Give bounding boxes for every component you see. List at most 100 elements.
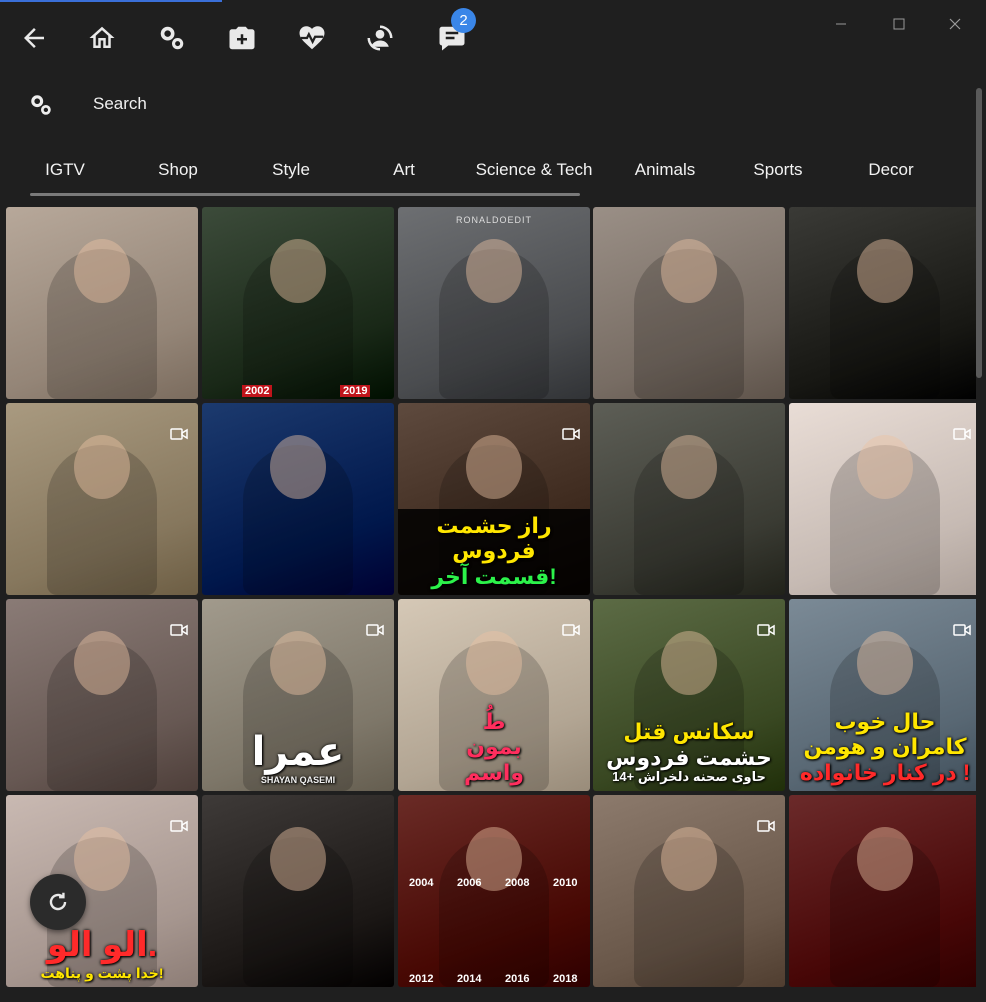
thumbnail-head xyxy=(74,435,130,499)
thumbnail-head xyxy=(270,827,326,891)
post-thumbnail[interactable]: عمرا SHAYAN QASEMI xyxy=(202,599,394,791)
video-camera-icon xyxy=(757,819,775,832)
caption-line: راز حشمت فردوس xyxy=(436,513,552,564)
caption-line: کامران و هومن xyxy=(803,734,967,760)
activity-heart-icon[interactable] xyxy=(292,18,332,58)
top-toolbar: 2 xyxy=(0,2,986,68)
thumbnail-head xyxy=(857,239,913,303)
minimize-button[interactable] xyxy=(818,10,864,38)
thumbnail-caption: الو الو. خدا پشت و پناهت! xyxy=(6,922,198,987)
caption-line: حال خوب xyxy=(834,709,936,735)
thumbnail-caption: سکانس قتل حشمت فردوس حاوی صحنه دلخراش +14 xyxy=(593,715,785,791)
tab-science-tech[interactable]: Science & Tech xyxy=(476,160,593,180)
year-label: 2019 xyxy=(340,385,371,397)
post-thumbnail[interactable]: طُ بمون واسم xyxy=(398,599,590,791)
explore-grid: 2002 2019 RONALDOEDIT راز حشمت فردوس قسمت آخ… xyxy=(6,207,976,1002)
caption-line: قسمت آخر! xyxy=(431,563,557,589)
tab-igtv[interactable]: IGTV xyxy=(45,160,85,180)
thumbnail-caption: طُ بمون واسم xyxy=(398,705,590,791)
post-thumbnail[interactable] xyxy=(6,403,198,595)
tab-scroll-indicator xyxy=(30,193,580,196)
post-thumbnail[interactable]: راز حشمت فردوس قسمت آخر! xyxy=(398,403,590,595)
year-label: 2014 xyxy=(457,973,482,985)
thumbnail-head xyxy=(466,631,522,695)
thumbnail-head xyxy=(270,631,326,695)
maximize-button[interactable] xyxy=(876,10,922,38)
search-bar[interactable]: Search xyxy=(0,72,976,136)
caption-line: طُ xyxy=(482,709,506,735)
tab-art[interactable]: Art xyxy=(393,160,415,180)
caption-line: خدا پشت و پناهت! xyxy=(40,964,164,981)
thumbnail-head xyxy=(661,239,717,303)
year-label: 2010 xyxy=(553,877,578,889)
post-thumbnail[interactable] xyxy=(789,403,976,595)
post-thumbnail[interactable] xyxy=(593,403,785,595)
tab-sports[interactable]: Sports xyxy=(753,160,802,180)
explore-icon[interactable] xyxy=(152,18,192,58)
post-thumbnail[interactable]: 2004 2006 2008 2010 2012 2014 2016 2018 xyxy=(398,795,590,987)
thumbnail-head xyxy=(466,435,522,499)
tab-animals[interactable]: Animals xyxy=(635,160,695,180)
post-thumbnail[interactable] xyxy=(202,795,394,987)
post-thumbnail[interactable] xyxy=(789,795,976,987)
year-label: 2008 xyxy=(505,877,530,889)
post-thumbnail[interactable] xyxy=(6,599,198,791)
thumbnail-caption: راز حشمت فردوس قسمت آخر! xyxy=(398,509,590,595)
caption-line: واسم xyxy=(463,759,525,785)
tab-style[interactable]: Style xyxy=(272,160,310,180)
refresh-icon xyxy=(49,892,67,911)
caption-line: حاوی صحنه دلخراش +14 xyxy=(612,769,766,785)
caption-line: الو الو. xyxy=(46,925,158,964)
thumbnail-head xyxy=(661,827,717,891)
post-thumbnail[interactable] xyxy=(789,207,976,399)
year-label: 2004 xyxy=(409,877,434,889)
post-thumbnail[interactable]: 2002 2019 xyxy=(202,207,394,399)
tab-decor[interactable]: Decor xyxy=(868,160,913,180)
thumbnail-head xyxy=(857,435,913,499)
close-button[interactable] xyxy=(932,10,978,38)
thumbnail-head xyxy=(661,435,717,499)
video-camera-icon xyxy=(170,427,188,440)
category-tabs: IGTV Shop Style Art Science & Tech Animals Spo… xyxy=(0,150,976,196)
year-label: 2002 xyxy=(242,385,273,397)
caption-line: در کنار خانواده ! xyxy=(799,759,971,785)
tab-shop[interactable]: Shop xyxy=(158,160,198,180)
thumbnail-head xyxy=(270,435,326,499)
thumbnail-watermark: RONALDOEDIT xyxy=(455,215,532,225)
year-label: 2006 xyxy=(457,877,482,889)
video-camera-icon xyxy=(366,623,384,636)
search-icon xyxy=(28,92,56,120)
video-camera-icon xyxy=(170,623,188,636)
thumbnail-caption: عمرا SHAYAN QASEMI xyxy=(202,725,394,791)
year-label: 2018 xyxy=(553,973,578,985)
post-thumbnail[interactable] xyxy=(593,207,785,399)
video-camera-icon xyxy=(562,427,580,440)
refresh-button[interactable] xyxy=(30,874,86,930)
thumbnail-head xyxy=(661,631,717,695)
caption-line: حشمت فردوس xyxy=(606,744,772,770)
camera-plus-icon[interactable] xyxy=(222,18,262,58)
post-thumbnail[interactable]: حال خوب کامران و هومن در کنار خانواده ! xyxy=(789,599,976,791)
year-label: 2012 xyxy=(409,973,434,985)
scrollbar[interactable] xyxy=(976,88,982,378)
video-camera-icon xyxy=(953,427,971,440)
post-thumbnail[interactable]: RONALDOEDIT xyxy=(398,207,590,399)
post-thumbnail[interactable] xyxy=(6,207,198,399)
home-icon[interactable] xyxy=(82,18,122,58)
notification-badge: 2 xyxy=(451,8,476,33)
profile-icon[interactable] xyxy=(360,18,400,58)
thumbnail-head xyxy=(857,827,913,891)
caption-line: SHAYAN QASEMI xyxy=(260,774,336,785)
thumbnail-head xyxy=(74,827,130,891)
video-camera-icon xyxy=(562,623,580,636)
post-thumbnail[interactable] xyxy=(202,403,394,595)
thumbnail-head xyxy=(270,239,326,303)
thumbnail-head xyxy=(857,631,913,695)
post-thumbnail[interactable]: سکانس قتل حشمت فردوس حاوی صحنه دلخراش +14 xyxy=(593,599,785,791)
thumbnail-head xyxy=(74,631,130,695)
post-thumbnail[interactable] xyxy=(593,795,785,987)
year-label: 2016 xyxy=(505,973,530,985)
caption-line: بمون xyxy=(466,734,522,760)
thumbnail-caption: حال خوب کامران و هومن در کنار خانواده ! xyxy=(789,705,976,791)
back-arrow-icon[interactable] xyxy=(14,18,54,58)
